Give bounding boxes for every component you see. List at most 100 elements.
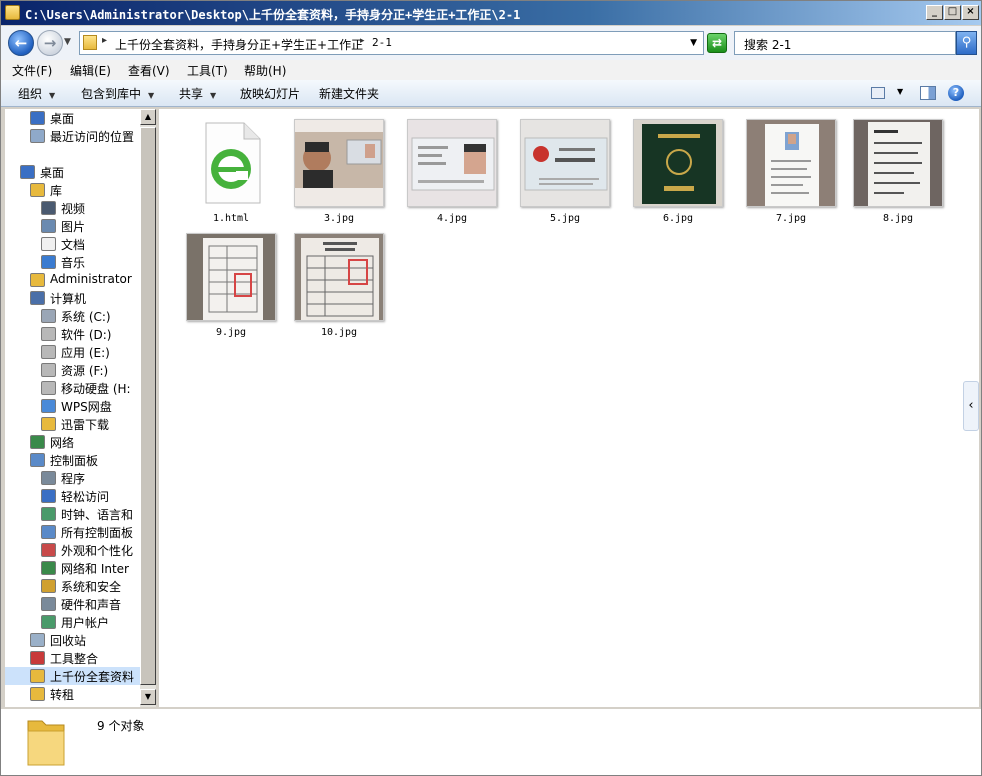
file-name: 1.html — [212, 213, 250, 224]
file-item[interactable]: 3.jpg — [289, 117, 389, 229]
image-thumbnail — [186, 233, 276, 321]
file-item[interactable]: 4.jpg — [402, 117, 502, 229]
breadcrumb-chevron-icon[interactable]: ▸ — [360, 36, 365, 46]
recycle-bin-icon — [30, 633, 45, 647]
history-dropdown-icon[interactable]: ▼ — [64, 37, 71, 47]
desktop-icon — [30, 111, 45, 125]
file-item[interactable]: 1.html — [181, 117, 281, 229]
music-icon — [41, 255, 56, 269]
folder-large-icon — [27, 720, 65, 766]
control-panel-icon — [30, 453, 45, 467]
appearance-icon — [41, 543, 56, 557]
file-item[interactable]: 10.jpg — [289, 231, 389, 343]
desktop-icon — [20, 165, 35, 179]
user-folder-icon — [30, 273, 45, 287]
file-item[interactable]: 7.jpg — [741, 117, 841, 229]
refresh-button[interactable]: ⇄ — [707, 33, 727, 53]
nav-item-label: 桌面 — [50, 112, 75, 126]
file-item[interactable]: 6.jpg — [628, 117, 728, 229]
nav-item[interactable]: 上千份全套资料 — [5, 667, 140, 685]
image-thumbnail — [853, 119, 943, 207]
nav-item-label: 迅雷下载 — [61, 418, 110, 432]
file-name: 7.jpg — [775, 213, 807, 224]
search-placeholder: 搜索 2-1 — [744, 38, 792, 52]
recent-places-icon — [30, 129, 45, 143]
nav-item-label: 转租 — [50, 688, 75, 702]
ease-of-access-icon — [41, 489, 56, 503]
nav-item-label: 系统 (C:) — [61, 310, 111, 324]
breadcrumb-current[interactable]: 2-1 — [372, 36, 392, 49]
preview-pane-icon[interactable] — [920, 86, 936, 100]
minimize-button[interactable]: _ — [926, 5, 943, 20]
nav-item-label: 最近访问的位置 — [50, 130, 135, 144]
network-internet-icon — [41, 561, 56, 575]
image-thumbnail — [746, 119, 836, 207]
slideshow-button[interactable]: 放映幻灯片 — [240, 85, 300, 102]
file-list-pane: 1.html 3.jpg 4.jpg 5.jpg 6.jpg 7.jpg 8.jpg 9.jp… — [159, 109, 979, 707]
menu-bar: 文件(F) 编辑(E) 查看(V) 工具(T) 帮助(H) — [1, 60, 981, 80]
title-bar[interactable]: C:\Users\Administrator\Desktop\上千份全套资料，手… — [1, 1, 981, 25]
forward-button[interactable]: → — [37, 30, 63, 56]
chevron-down-icon: ▼ — [148, 91, 155, 100]
view-dropdown-icon[interactable]: ▼ — [897, 87, 903, 96]
file-name: 5.jpg — [549, 213, 581, 224]
details-pane-toggle-icon[interactable]: ‹ — [963, 381, 979, 431]
chevron-down-icon: ▼ — [49, 91, 56, 100]
view-mode-icon[interactable] — [871, 87, 885, 99]
image-thumbnail — [294, 233, 384, 321]
include-library-label: 包含到库中 — [81, 87, 142, 101]
item-count: 9 个对象 — [97, 719, 145, 733]
search-input[interactable]: 搜索 2-1 — [734, 31, 956, 55]
organize-button[interactable]: 组织 ▼ — [18, 85, 55, 102]
breadcrumb-parent[interactable]: 上千份全套资料，手持身分正+学生正+工作正 — [115, 36, 363, 53]
menu-tools[interactable]: 工具(T) — [187, 62, 228, 79]
navigation-scrollbar[interactable]: ▲ ▼ — [140, 109, 156, 707]
scroll-down-icon[interactable]: ▼ — [140, 689, 156, 705]
menu-file[interactable]: 文件(F) — [12, 62, 52, 79]
nav-item-label: 硬件和声音 — [61, 598, 122, 612]
pictures-icon — [41, 219, 56, 233]
help-icon[interactable]: ? — [948, 85, 964, 101]
nav-item-label: 软件 (D:) — [61, 328, 112, 342]
system-security-icon — [41, 579, 56, 593]
scroll-up-icon[interactable]: ▲ — [140, 109, 156, 125]
address-bar[interactable]: ▸ 上千份全套资料，手持身分正+学生正+工作正 ▸ 2-1 ▼ — [79, 31, 704, 55]
file-item[interactable]: 8.jpg — [848, 117, 948, 229]
back-button[interactable]: ← — [8, 30, 34, 56]
breadcrumb-separator-icon[interactable]: ▸ — [102, 35, 107, 46]
file-name: 3.jpg — [323, 213, 355, 224]
command-bar: 组织 ▼ 包含到库中 ▼ 共享 ▼ 放映幻灯片 新建文件夹 ▼ ? — [1, 80, 981, 107]
user-accounts-icon — [41, 615, 56, 629]
include-library-button[interactable]: 包含到库中 ▼ — [81, 85, 154, 102]
nav-item-label: 文档 — [61, 238, 86, 252]
nav-item-label: 上千份全套资料 — [50, 670, 135, 684]
scrollbar-thumb[interactable] — [140, 127, 156, 685]
folder-icon — [30, 687, 45, 701]
folder-icon — [30, 669, 45, 683]
address-dropdown-icon[interactable]: ▼ — [690, 38, 697, 48]
maximize-button[interactable]: □ — [944, 5, 961, 20]
nav-item-label: WPS网盘 — [61, 400, 112, 414]
drive-c-icon — [41, 309, 56, 323]
nav-item-label: 网络 — [50, 436, 75, 450]
menu-edit[interactable]: 编辑(E) — [70, 62, 111, 79]
share-button[interactable]: 共享 ▼ — [179, 85, 216, 102]
nav-item-label: 程序 — [61, 472, 86, 486]
nav-item-label: 库 — [50, 184, 63, 198]
nav-item-label: 应用 (E:) — [61, 346, 110, 360]
nav-item-label: 系统和安全 — [61, 580, 122, 594]
hardware-sound-icon — [41, 597, 56, 611]
search-icon[interactable]: ⚲ — [956, 31, 977, 55]
file-item[interactable]: 9.jpg — [181, 231, 281, 343]
image-thumbnail — [294, 119, 384, 207]
close-button[interactable]: × — [962, 5, 979, 20]
nav-item-label: 轻松访问 — [61, 490, 110, 504]
file-item[interactable]: 5.jpg — [515, 117, 615, 229]
menu-view[interactable]: 查看(V) — [128, 62, 170, 79]
new-folder-button[interactable]: 新建文件夹 — [319, 85, 379, 102]
clock-language-icon — [41, 507, 56, 521]
programs-icon — [41, 471, 56, 485]
navigation-pane: 桌面 最近访问的位置 桌面库视频 图片 文档 音乐 Administrator 计算机 系统 (… — [5, 109, 140, 707]
menu-help[interactable]: 帮助(H) — [244, 62, 286, 79]
nav-item-label: 用户帐户 — [61, 616, 110, 630]
